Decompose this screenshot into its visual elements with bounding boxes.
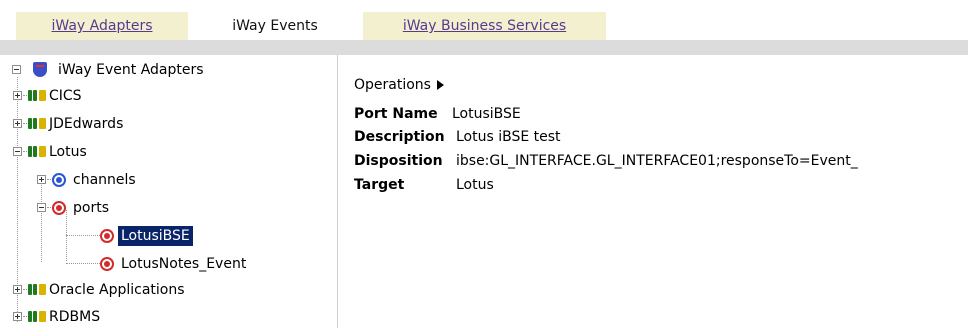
expand-icon[interactable] — [13, 91, 22, 100]
port-icon — [100, 257, 114, 271]
tree-node-label[interactable]: LotusNotes_Event — [121, 253, 246, 275]
detail-value: ibse:GL_INTERFACE.GL_INTERFACE01;respons… — [456, 153, 858, 169]
tree-node-lotusnotes-event[interactable]: LotusNotes_Event — [0, 253, 320, 275]
adapter-icon — [28, 146, 46, 157]
port-icon — [52, 201, 66, 215]
tree-node-label[interactable]: Lotus — [49, 141, 87, 163]
detail-value: LotusiBSE — [452, 106, 521, 122]
port-details-panel: Operations Port Name LotusiBSE Descripti… — [338, 55, 968, 328]
expand-icon[interactable] — [13, 119, 22, 128]
channel-icon — [52, 173, 66, 187]
play-arrow-icon[interactable] — [436, 80, 444, 90]
tree-node-lotus[interactable]: Lotus — [0, 141, 320, 163]
tree-node-label[interactable]: Oracle Applications — [49, 279, 185, 301]
collapse-icon[interactable] — [12, 65, 21, 74]
header-divider-bar — [0, 40, 968, 55]
adapter-icon — [28, 311, 46, 322]
adapter-icon — [28, 90, 46, 101]
tree-node-label-selected[interactable]: LotusiBSE — [118, 226, 193, 246]
tab-bar: iWay Adapters iWay Events iWay Business … — [0, 0, 968, 40]
event-adapter-tree: iWay Event Adapters CICS JDEdwards Lotus… — [0, 55, 337, 328]
tree-node-jdedwards[interactable]: JDEdwards — [0, 113, 320, 135]
tree-node-rdbms[interactable]: RDBMS — [0, 306, 320, 328]
tree-node-label[interactable]: ports — [73, 197, 109, 219]
expand-icon[interactable] — [37, 175, 46, 184]
tab-iway-adapters-label[interactable]: iWay Adapters — [52, 18, 153, 34]
operations-menu[interactable]: Operations — [354, 77, 444, 93]
tree-node-channels[interactable]: channels — [0, 169, 320, 191]
detail-row-disposition: Disposition ibse:GL_INTERFACE.GL_INTERFA… — [354, 150, 968, 172]
tree-node-label[interactable]: RDBMS — [49, 306, 100, 328]
detail-row-description: Description Lotus iBSE test — [354, 126, 964, 148]
tree-node-label[interactable]: JDEdwards — [49, 113, 123, 135]
tree-node-oracle-applications[interactable]: Oracle Applications — [0, 279, 320, 301]
tree-node-root[interactable]: iWay Event Adapters — [8, 59, 328, 81]
collapse-icon[interactable] — [13, 147, 22, 156]
detail-key: Disposition — [354, 153, 443, 169]
tab-iway-business-services[interactable]: iWay Business Services — [363, 12, 606, 40]
detail-value: Lotus — [456, 177, 494, 193]
tree-connector — [66, 235, 100, 236]
expand-icon[interactable] — [13, 312, 22, 321]
tab-iway-adapters[interactable]: iWay Adapters — [16, 12, 188, 40]
expand-icon[interactable] — [13, 285, 22, 294]
operations-label[interactable]: Operations — [354, 77, 431, 93]
tab-iway-events[interactable]: iWay Events — [193, 12, 357, 40]
detail-key: Description — [354, 129, 445, 145]
tab-iway-business-services-label[interactable]: iWay Business Services — [403, 18, 566, 34]
tree-node-label[interactable]: channels — [73, 169, 136, 191]
tree-connector — [66, 263, 100, 264]
tree-node-label[interactable]: CICS — [49, 85, 82, 107]
adapter-icon — [28, 118, 46, 129]
port-icon — [100, 229, 114, 243]
detail-key: Target — [354, 177, 405, 193]
tree-node-label[interactable]: iWay Event Adapters — [58, 59, 204, 81]
tree-node-lotusibse[interactable]: LotusiBSE — [0, 225, 320, 247]
tree-node-cics[interactable]: CICS — [0, 85, 320, 107]
tab-iway-events-label: iWay Events — [232, 18, 318, 34]
detail-key: Port Name — [354, 106, 438, 122]
detail-row-port-name: Port Name LotusiBSE — [354, 103, 964, 125]
collapse-icon[interactable] — [37, 203, 46, 212]
detail-row-target: Target Lotus — [354, 174, 964, 196]
detail-value: Lotus iBSE test — [456, 129, 561, 145]
adapter-icon — [28, 284, 46, 295]
iway-root-icon — [33, 62, 47, 77]
tree-node-ports[interactable]: ports — [0, 197, 320, 219]
